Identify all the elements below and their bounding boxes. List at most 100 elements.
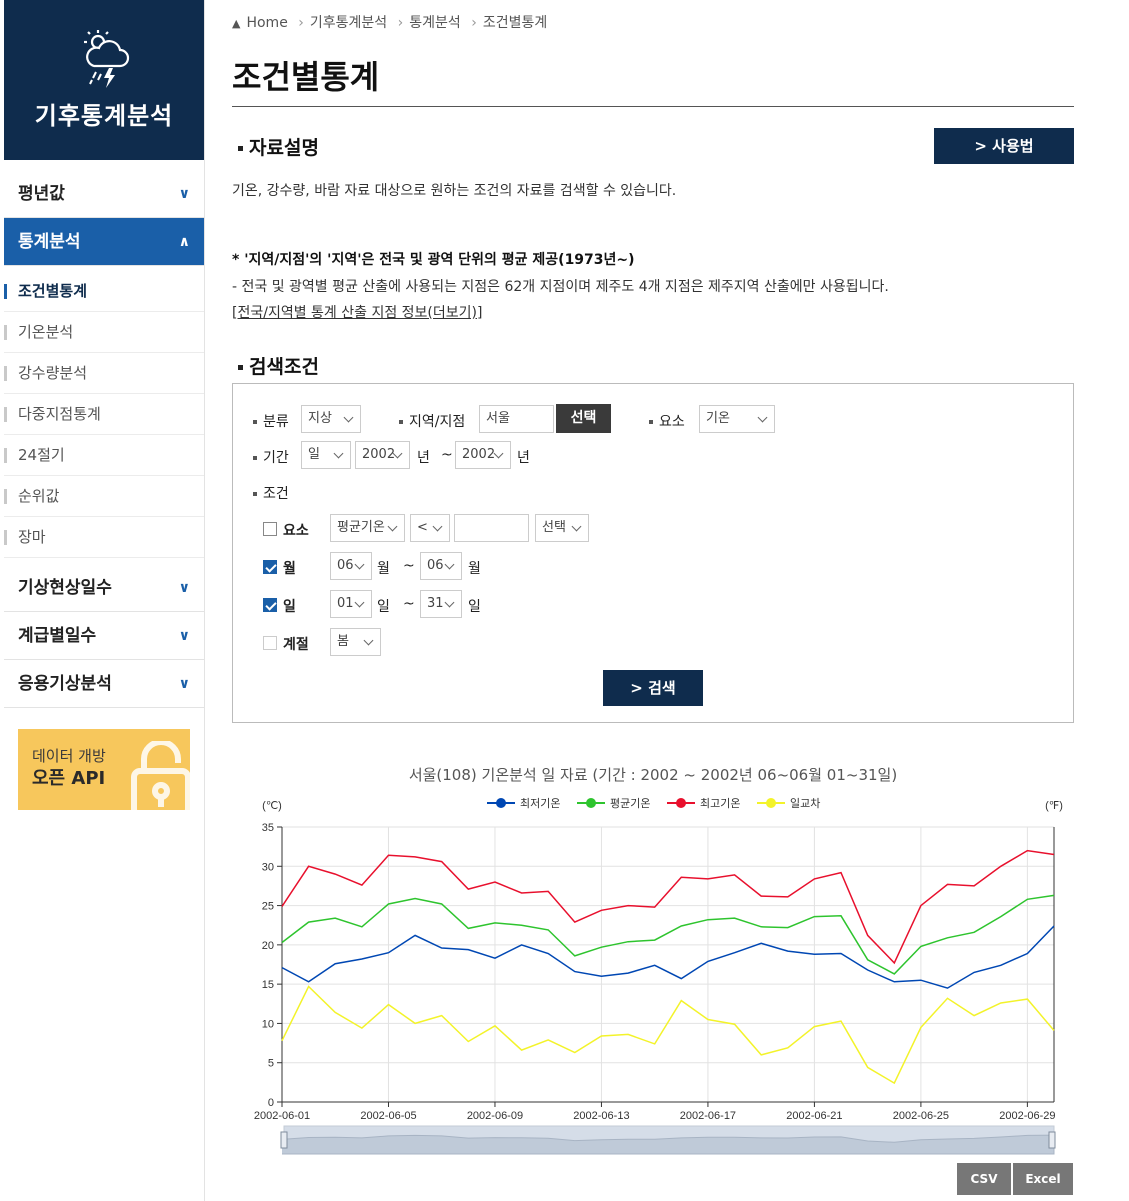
submenu-conditional-stats[interactable]: 조건별통계 xyxy=(4,271,204,312)
chevron-down-icon: ∨ xyxy=(178,580,190,596)
submenu-monsoon[interactable]: 장마 xyxy=(4,517,204,558)
submenu-precipitation[interactable]: 강수량분석 xyxy=(4,353,204,394)
usage-guide-button[interactable]: > 사용법 xyxy=(934,128,1074,164)
breadcrumb-item[interactable]: 통계분석 xyxy=(409,15,461,31)
chevron-down-icon: ∨ xyxy=(178,628,190,644)
condition-operator-select[interactable]: < xyxy=(410,514,450,542)
condition-label: 조건 xyxy=(253,483,289,503)
x-tick-label: 2002-06-05 xyxy=(360,1110,416,1122)
x-tick-label: 2002-06-21 xyxy=(786,1110,842,1122)
submenu-label: 24절기 xyxy=(18,446,65,464)
legend-marker xyxy=(766,798,776,808)
chevron-down-icon: ∨ xyxy=(178,676,190,692)
zoom-handle-left xyxy=(280,1131,288,1149)
month-unit: 월 xyxy=(377,561,390,577)
menu-label: 기상현상일수 xyxy=(18,578,112,598)
home-icon: ▲ xyxy=(232,17,241,30)
submenu-marker xyxy=(4,407,7,422)
series-line-평균기온 xyxy=(281,894,1055,975)
y-tick-label: 30 xyxy=(262,861,274,873)
submenu-rank[interactable]: 순위값 xyxy=(4,476,204,517)
day-to-select[interactable]: 31 xyxy=(420,590,462,618)
year-suffix: 년 xyxy=(517,450,530,466)
condition-season-checkbox[interactable] xyxy=(263,636,277,650)
menu-applied-analysis[interactable]: 응용기상분석 ∨ xyxy=(4,660,204,708)
lock-icon xyxy=(131,741,190,810)
section-heading-search: 검색조건 xyxy=(238,352,319,379)
year-suffix: 년 xyxy=(417,450,430,466)
period-from-select[interactable]: 2002 xyxy=(355,441,410,469)
period-unit-select[interactable]: 일 xyxy=(301,441,351,469)
day-from-select[interactable]: 01 xyxy=(330,590,372,618)
period-to-select[interactable]: 2002 xyxy=(455,441,511,469)
condition-season-label: 계절 xyxy=(283,637,309,653)
month-to-select[interactable]: 06 xyxy=(420,552,462,580)
csv-download-button[interactable]: CSV xyxy=(957,1163,1011,1195)
logo-box[interactable]: 기후통계분석 xyxy=(4,0,204,160)
condition-choose-select[interactable]: 선택 xyxy=(535,514,589,542)
menu-statistics[interactable]: 통계분석 ∧ xyxy=(4,218,204,266)
sidebar: 기후통계분석 평년값 ∨ 통계분석 ∧ 조건별통계 기온분석 강수량분석 다중지… xyxy=(0,0,205,1201)
legend-marker xyxy=(586,798,596,808)
active-indicator xyxy=(4,284,7,299)
legend-label: 최저기온 xyxy=(520,797,560,810)
category-label: 분류 xyxy=(253,411,289,431)
open-api-banner[interactable]: 데이터 개방 오픈 API xyxy=(18,729,190,810)
submenu-label: 조건별통계 xyxy=(18,282,88,300)
region-select-button[interactable]: 선택 xyxy=(556,404,611,433)
breadcrumb-item[interactable]: 기후통계분석 xyxy=(310,15,387,31)
submenu-temperature[interactable]: 기온분석 xyxy=(4,312,204,353)
season-select[interactable]: 봄 xyxy=(330,628,381,656)
month-from-select[interactable]: 06 xyxy=(330,552,372,580)
condition-day-checkbox[interactable] xyxy=(263,598,277,612)
breadcrumb-home[interactable]: Home xyxy=(246,15,287,31)
submenu-marker xyxy=(4,530,7,545)
submenu-label: 다중지점통계 xyxy=(18,405,101,423)
legend-label: 일교차 xyxy=(790,796,820,810)
submenu-marker xyxy=(4,489,7,504)
y-tick-label: 25 xyxy=(262,901,274,913)
chevron-right-icon: › xyxy=(298,15,304,31)
region-input[interactable]: 서울 xyxy=(479,405,554,433)
chevron-right-icon: › xyxy=(397,15,404,31)
description-text: 기온, 강수량, 바람 자료 대상으로 원하는 조건의 자료를 검색할 수 있습… xyxy=(232,183,677,199)
x-tick-label: 2002-06-17 xyxy=(680,1110,736,1122)
weather-cloud-icon xyxy=(84,30,130,88)
range-tilde: ~ xyxy=(403,558,415,574)
section-heading-description: 자료설명 xyxy=(238,133,319,160)
temperature-line-chart: 0 5 10 15 20 25 30 35 2002-06-01 2002-06-05 2002-0… xyxy=(254,796,1063,1155)
category-select[interactable]: 지상 xyxy=(301,405,361,433)
x-tick-label: 2002-06-13 xyxy=(573,1110,629,1122)
y-unit-right: (℉) xyxy=(1045,800,1063,812)
series-line-최저기온 xyxy=(281,925,1055,989)
element-select[interactable]: 기온 xyxy=(699,405,775,433)
y-tick-label: 15 xyxy=(262,979,274,991)
station-info-link[interactable]: [전국/지역별 통계 산출 지점 정보(더보기)] xyxy=(232,302,482,322)
y-unit-left: (℃) xyxy=(262,800,282,812)
menu-normal-values[interactable]: 평년값 ∨ xyxy=(4,170,204,218)
submenu-label: 강수량분석 xyxy=(18,364,88,382)
chart-title: 서울(108) 기온분석 일 자료 (기간 : 2002 ~ 2002년 06~… xyxy=(408,766,898,784)
chevron-up-icon: ∧ xyxy=(178,234,190,250)
y-tick-label: 5 xyxy=(268,1058,274,1070)
submenu-marker xyxy=(4,325,7,340)
day-unit: 일 xyxy=(377,599,390,615)
condition-day-label: 일 xyxy=(283,599,296,615)
condition-month-label: 월 xyxy=(283,561,296,577)
condition-element-label: 요소 xyxy=(283,523,309,539)
x-tick-label: 2002-06-09 xyxy=(467,1110,523,1122)
condition-element-checkbox[interactable] xyxy=(263,522,277,536)
title-divider xyxy=(232,106,1074,107)
menu-class-days[interactable]: 계급별일수 ∨ xyxy=(4,612,204,660)
submenu-marker xyxy=(4,366,7,381)
submenu-24-terms[interactable]: 24절기 xyxy=(4,435,204,476)
condition-month-checkbox[interactable] xyxy=(263,560,277,574)
search-button[interactable]: > 검색 xyxy=(603,670,703,706)
excel-download-button[interactable]: Excel xyxy=(1013,1163,1073,1195)
month-unit: 월 xyxy=(468,561,481,577)
submenu-multi-station[interactable]: 다중지점통계 xyxy=(4,394,204,435)
banner-line1: 데이터 개방 xyxy=(32,747,106,765)
condition-field-select[interactable]: 평균기온 xyxy=(330,514,405,542)
condition-value-input[interactable] xyxy=(454,514,529,542)
menu-weather-days[interactable]: 기상현상일수 ∨ xyxy=(4,564,204,612)
